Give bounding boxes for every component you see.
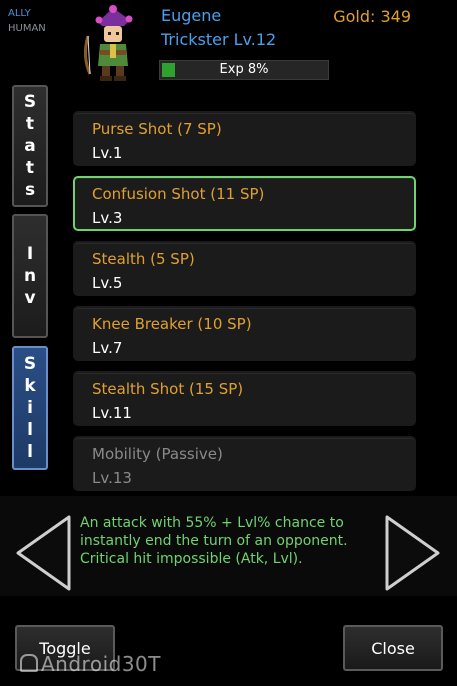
character-class-level: Trickster Lv.12 — [161, 30, 277, 49]
tab-skill-letter: l — [27, 442, 33, 462]
character-name: Eugene — [161, 6, 222, 25]
tab-skill-letter: l — [27, 420, 33, 440]
tab-skill-letter: k — [24, 376, 36, 396]
tab-skill-letter: S — [23, 354, 37, 374]
skill-level: Lv.7 — [92, 339, 123, 357]
skill-level: Lv.1 — [92, 144, 123, 162]
skill-description: An attack with 55% + Lvl% chance to inst… — [80, 515, 348, 567]
skill-name: Confusion Shot (11 SP) — [92, 185, 265, 203]
side-label: ALLY — [8, 8, 31, 19]
skill-level: Lv.13 — [92, 469, 132, 487]
skill-name: Stealth Shot (15 SP) — [92, 380, 244, 398]
skill-item[interactable]: Stealth (5 SP) Lv.5 — [73, 241, 416, 296]
watermark-text: Android30T — [41, 652, 161, 676]
skill-name: Mobility (Passive) — [92, 445, 223, 463]
tab-stats-letter: t — [25, 158, 35, 178]
tab-inv-letter: I — [26, 244, 34, 264]
skill-list: Purse Shot (7 SP) Lv.1 Confusion Shot (1… — [73, 111, 416, 501]
skill-level: Lv.5 — [92, 274, 123, 292]
skill-item[interactable]: Stealth Shot (15 SP) Lv.11 — [73, 371, 416, 426]
watermark: Android30T — [20, 652, 161, 676]
race-label: HUMAN — [8, 23, 46, 34]
skill-name: Stealth (5 SP) — [92, 250, 195, 268]
gold-counter: Gold: 349 — [333, 7, 411, 26]
tab-skill-letter: i — [27, 398, 33, 418]
tab-stats-letter: t — [25, 114, 35, 134]
tab-stats-letter: a — [24, 136, 36, 156]
skill-item[interactable]: Mobility (Passive) Lv.13 — [73, 436, 416, 491]
skill-name: Purse Shot (7 SP) — [92, 120, 222, 138]
tab-inv-letter: n — [23, 266, 37, 286]
tab-skill[interactable]: S k i l l — [12, 346, 48, 470]
skill-level: Lv.11 — [92, 404, 132, 422]
arrow-right-icon[interactable] — [384, 514, 442, 592]
tab-stats-letter: S — [23, 92, 37, 112]
character-portrait — [83, 5, 133, 81]
close-button[interactable]: Close — [343, 625, 443, 671]
tab-stats[interactable]: S t a t s — [12, 85, 48, 207]
exp-label: Exp 8% — [219, 62, 269, 77]
tab-inv-letter: v — [24, 288, 36, 308]
skill-item[interactable]: Confusion Shot (11 SP) Lv.3 — [73, 176, 416, 231]
tab-stats-letter: s — [24, 180, 36, 200]
arrow-left-icon[interactable] — [14, 514, 72, 592]
skill-item[interactable]: Knee Breaker (10 SP) Lv.7 — [73, 306, 416, 361]
skill-name: Knee Breaker (10 SP) — [92, 315, 252, 333]
unit-tag: ALLY HUMAN — [8, 6, 46, 36]
skill-level: Lv.3 — [92, 209, 123, 227]
android-logo-icon — [20, 654, 38, 672]
tab-inv[interactable]: I n v — [12, 214, 48, 338]
skill-item[interactable]: Purse Shot (7 SP) Lv.1 — [73, 111, 416, 166]
exp-bar: Exp 8% — [159, 60, 329, 80]
